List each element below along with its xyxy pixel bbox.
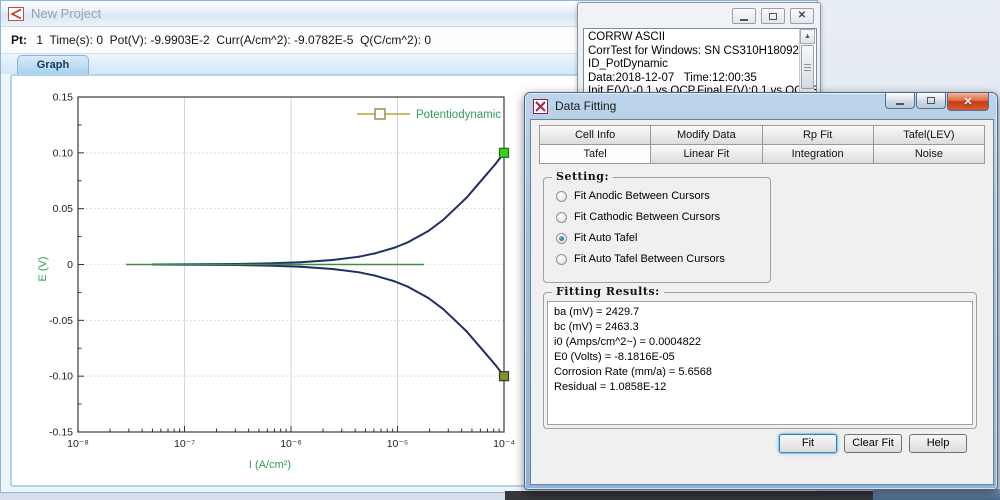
dialog-maximize-button[interactable] <box>916 93 946 109</box>
tab-cell-info[interactable]: Cell Info <box>539 125 651 145</box>
radio-icon <box>556 191 567 202</box>
fitting-results-listbox[interactable]: ba (mV) = 2429.7 bc (mV) = 2463.3 i0 (Am… <box>547 301 973 425</box>
dialog-button-row: Fit Clear Fit Help <box>531 434 993 454</box>
tab-graph[interactable]: Graph <box>17 55 89 74</box>
svg-text:10⁻⁸: 10⁻⁸ <box>67 438 89 450</box>
radio-fit-anodic[interactable]: Fit Anodic Between Cursors <box>556 190 725 202</box>
tab-rp-fit[interactable]: Rp Fit <box>762 125 874 145</box>
tab-modify-data[interactable]: Modify Data <box>650 125 762 145</box>
svg-text:Potentiodynamic: Potentiodynamic <box>416 109 501 121</box>
background-window-edge <box>873 489 1000 500</box>
tab-row-2: Tafel Linear Fit Integration Noise <box>539 145 985 164</box>
taskbar-shadow-strip <box>505 491 875 500</box>
corrtest-dialog-icon <box>533 99 548 114</box>
help-button[interactable]: Help <box>909 434 967 453</box>
dialog-close-button[interactable]: ✕ <box>947 93 989 111</box>
scroll-thumb[interactable] <box>801 45 814 89</box>
tab-noise[interactable]: Noise <box>873 144 985 164</box>
svg-text:-0.10: -0.10 <box>49 371 73 383</box>
fit-button[interactable]: Fit <box>779 434 837 453</box>
svg-text:10⁻⁷: 10⁻⁷ <box>174 438 195 450</box>
close-button[interactable]: ✕ <box>790 8 814 24</box>
status-values: 1 Time(s): 0 Pot(V): -9.9903E-2 Curr(A/c… <box>33 33 431 47</box>
info-line: Data:2018-12-07 Time:12:00:35 <box>588 72 757 84</box>
radio-icon <box>556 254 567 265</box>
radio-icon <box>556 212 567 223</box>
svg-text:10⁻⁵: 10⁻⁵ <box>387 438 409 450</box>
corrtest-app-icon <box>8 7 24 21</box>
dialog-minimize-button[interactable] <box>885 93 915 109</box>
dialog-tabs: Cell Info Modify Data Rp Fit Tafel(LEV) … <box>539 125 985 164</box>
svg-text:10⁻⁶: 10⁻⁶ <box>280 438 302 450</box>
info-window-buttons: ✕ <box>732 8 814 24</box>
data-fitting-dialog: Data Fitting ✕ Cell Info Modify Data Rp … <box>524 92 998 490</box>
maximize-button[interactable] <box>761 8 785 24</box>
minimize-icon <box>740 19 748 21</box>
tab-tafel-lev[interactable]: Tafel(LEV) <box>873 125 985 145</box>
svg-text:0.10: 0.10 <box>53 147 74 159</box>
dialog-content: Cell Info Modify Data Rp Fit Tafel(LEV) … <box>530 119 994 485</box>
info-line: CORRW ASCII <box>588 31 665 43</box>
svg-text:0: 0 <box>67 259 73 271</box>
minimize-icon <box>896 103 904 105</box>
status-pt-label: Pt: <box>11 33 27 47</box>
screen: New Project Pt: 1 Time(s): 0 Pot(V): -9.… <box>0 0 1000 500</box>
tab-integration[interactable]: Integration <box>762 144 874 164</box>
result-line-residual: Residual = 1.0858E-12 <box>554 380 966 395</box>
maximize-icon <box>769 13 777 20</box>
tab-linear-fit[interactable]: Linear Fit <box>650 144 762 164</box>
radio-fit-cathodic[interactable]: Fit Cathodic Between Cursors <box>556 211 725 223</box>
close-icon: ✕ <box>798 11 806 21</box>
radio-group: Fit Anodic Between Cursors Fit Cathodic … <box>556 190 725 265</box>
clear-fit-button[interactable]: Clear Fit <box>844 434 902 453</box>
dialog-title: Data Fitting <box>555 99 616 113</box>
radio-icon <box>556 233 567 244</box>
svg-text:I (A/cm²): I (A/cm²) <box>249 459 291 471</box>
svg-text:-0.05: -0.05 <box>49 315 73 327</box>
svg-text:0.15: 0.15 <box>53 92 74 104</box>
result-line-corrosion-rate: Corrosion Rate (mm/a) = 5.6568 <box>554 365 966 380</box>
setting-label: Setting: <box>552 170 613 183</box>
maximize-icon <box>927 97 935 104</box>
scroll-up-icon[interactable]: ▲ <box>800 29 815 44</box>
result-line-i0: i0 (Amps/cm^2~) = 0.0004822 <box>554 335 966 350</box>
fitting-results-label: Fitting Results: <box>552 285 664 298</box>
result-line-bc: bc (mV) = 2463.3 <box>554 320 966 335</box>
main-window-title: New Project <box>31 6 101 21</box>
close-icon: ✕ <box>963 95 972 108</box>
result-line-ba: ba (mV) = 2429.7 <box>554 305 966 320</box>
dialog-window-buttons: ✕ <box>885 93 989 111</box>
minimize-button[interactable] <box>732 8 756 24</box>
info-line: CorrTest for Windows: SN CS310H1809292 <box>588 45 812 57</box>
tab-row-1: Cell Info Modify Data Rp Fit Tafel(LEV) <box>539 125 985 145</box>
fitting-results-groupbox: Fitting Results: ba (mV) = 2429.7 bc (mV… <box>543 292 977 429</box>
svg-text:E (V): E (V) <box>37 256 49 281</box>
radio-fit-auto-tafel-cursors[interactable]: Fit Auto Tafel Between Cursors <box>556 253 725 265</box>
setting-groupbox: Setting: Fit Anodic Between Cursors Fit … <box>543 177 771 283</box>
svg-text:0.05: 0.05 <box>53 203 74 215</box>
svg-text:-0.15: -0.15 <box>49 427 73 439</box>
info-line: ID_PotDynamic <box>588 58 668 70</box>
tab-tafel[interactable]: Tafel <box>539 144 651 164</box>
radio-fit-auto-tafel[interactable]: Fit Auto Tafel <box>556 232 725 244</box>
result-line-e0: E0 (Volts) = -8.1816E-05 <box>554 350 966 365</box>
svg-text:10⁻⁴: 10⁻⁴ <box>493 438 515 450</box>
